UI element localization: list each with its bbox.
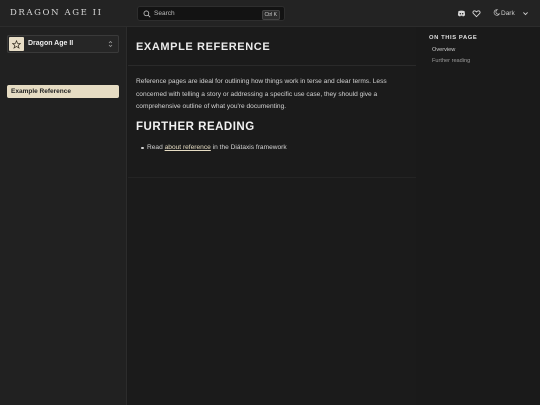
project-logo-icon [12,39,21,49]
toc-item-overview[interactable]: Overview [432,47,455,53]
title-divider [128,65,416,66]
chevron-updown-icon [108,40,113,48]
search-input[interactable]: Search Ctrl K [137,6,285,21]
sun-moon-icon [493,9,500,16]
sidebar: Dragon Age II Example Reference [0,27,127,405]
top-header: DRAGON AGE II Search Ctrl K Dark [0,0,540,27]
sidebar-item-label: Example Reference [11,87,71,95]
project-logo [9,37,24,51]
toc-item-further-reading[interactable]: Further reading [432,58,470,64]
page-title: EXAMPLE REFERENCE [136,41,271,53]
theme-toggle[interactable]: Dark [493,9,515,17]
list-item: Read about reference in the Diátaxis fra… [141,144,287,151]
about-reference-link[interactable]: about reference [165,144,211,151]
bullet-suffix: in the Diátaxis framework [210,144,287,151]
heart-icon[interactable] [472,9,481,18]
content-divider [128,177,416,178]
table-of-contents: ON THIS PAGE Overview Further reading [416,27,540,405]
project-name: Dragon Age II [28,39,74,47]
sidebar-item-example-reference[interactable]: Example Reference [7,85,119,98]
main-content: EXAMPLE REFERENCE Reference pages are id… [128,27,416,405]
site-title[interactable]: DRAGON AGE II [10,8,103,18]
further-reading-heading: FURTHER READING [136,121,255,133]
search-placeholder: Search [154,10,175,17]
theme-label: Dark [501,10,515,17]
search-icon [143,10,151,18]
project-selector[interactable]: Dragon Age II [7,35,119,53]
discord-icon[interactable] [457,9,466,18]
bullet-prefix: Read [147,144,165,151]
toc-title: ON THIS PAGE [429,35,478,41]
search-shortcut: Ctrl K [261,9,280,20]
intro-paragraph: Reference pages are ideal for outlining … [136,78,387,110]
bullet-dot [141,146,144,149]
chevron-down-icon[interactable] [522,10,529,17]
